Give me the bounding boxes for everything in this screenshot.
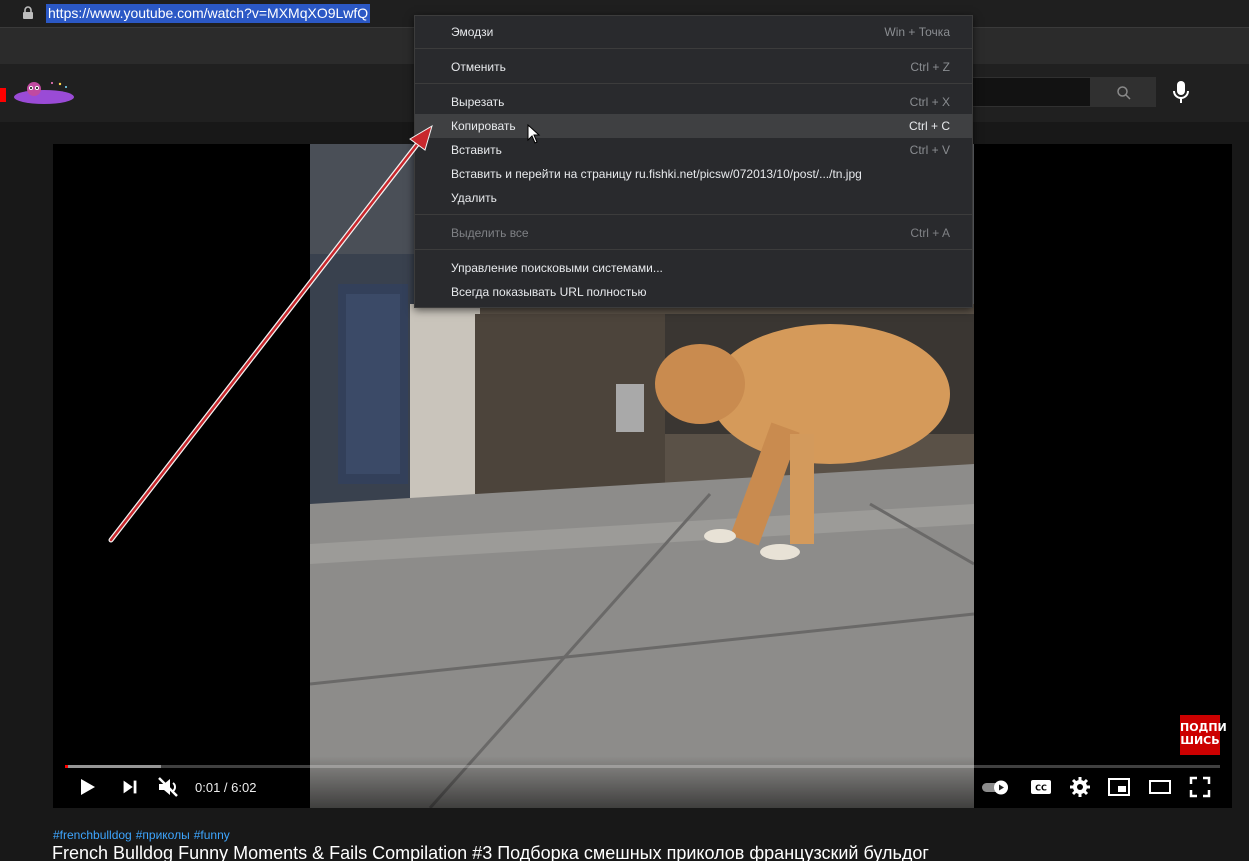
settings-icon[interactable] <box>1068 775 1092 799</box>
play-icon[interactable] <box>75 775 99 799</box>
menu-item-manage-search-engines[interactable]: Управление поисковыми системами... <box>415 256 972 280</box>
menu-item-delete[interactable]: Удалить <box>415 186 972 210</box>
mic-icon[interactable] <box>1168 78 1194 106</box>
captions-icon[interactable]: CC <box>1029 775 1053 799</box>
youtube-doodle-logo[interactable] <box>0 80 80 106</box>
progress-played <box>65 765 69 768</box>
hashtag-link[interactable]: #funny <box>194 828 230 842</box>
time-display: 0:01 / 6:02 <box>195 780 257 795</box>
search-icon <box>1117 86 1131 100</box>
url-text[interactable]: https://www.youtube.com/watch?v=MXMqXO9L… <box>46 4 371 23</box>
menu-item-undo[interactable]: Отменить Ctrl + Z <box>415 55 972 79</box>
menu-item-select-all[interactable]: Выделить все Ctrl + A <box>415 221 972 245</box>
subscribe-badge[interactable]: ПОДПИ ШИСЬ <box>1180 715 1227 755</box>
context-menu: Эмодзи Win + Точка Отменить Ctrl + Z Выр… <box>414 15 973 308</box>
mute-icon[interactable] <box>156 775 180 799</box>
menu-item-emoji[interactable]: Эмодзи Win + Точка <box>415 20 972 44</box>
search-button[interactable] <box>1090 77 1156 107</box>
svg-text:CC: CC <box>1035 784 1047 793</box>
menu-separator <box>415 83 972 84</box>
video-title: French Bulldog Funny Moments & Fails Com… <box>52 843 929 861</box>
progress-loaded <box>65 765 161 768</box>
hashtags: #frenchbulldog #приколы #funny <box>53 828 234 842</box>
cursor-icon <box>527 124 541 144</box>
theater-icon[interactable] <box>1147 775 1173 799</box>
progress-bar[interactable] <box>65 765 1220 768</box>
miniplayer-icon[interactable] <box>1107 775 1131 799</box>
fullscreen-icon[interactable] <box>1188 775 1212 799</box>
hashtag-link[interactable]: #frenchbulldog <box>53 828 132 842</box>
next-icon[interactable] <box>119 775 141 799</box>
menu-item-cut[interactable]: Вырезать Ctrl + X <box>415 90 972 114</box>
screen: https://www.youtube.com/watch?v=MXMqXO9L… <box>0 0 1249 861</box>
menu-separator <box>415 214 972 215</box>
menu-separator <box>415 48 972 49</box>
search-input[interactable] <box>972 77 1090 107</box>
lock-icon[interactable] <box>22 6 34 20</box>
menu-item-show-full-url[interactable]: Всегда показывать URL полностью <box>415 280 972 304</box>
menu-separator <box>415 249 972 250</box>
menu-item-copy[interactable]: Копировать Ctrl + C <box>415 114 972 138</box>
hashtag-link[interactable]: #приколы <box>136 828 190 842</box>
autoplay-toggle-icon[interactable] <box>981 775 1011 799</box>
menu-item-paste-and-go[interactable]: Вставить и перейти на страницу ru.fishki… <box>415 162 972 186</box>
menu-item-paste[interactable]: Вставить Ctrl + V <box>415 138 972 162</box>
